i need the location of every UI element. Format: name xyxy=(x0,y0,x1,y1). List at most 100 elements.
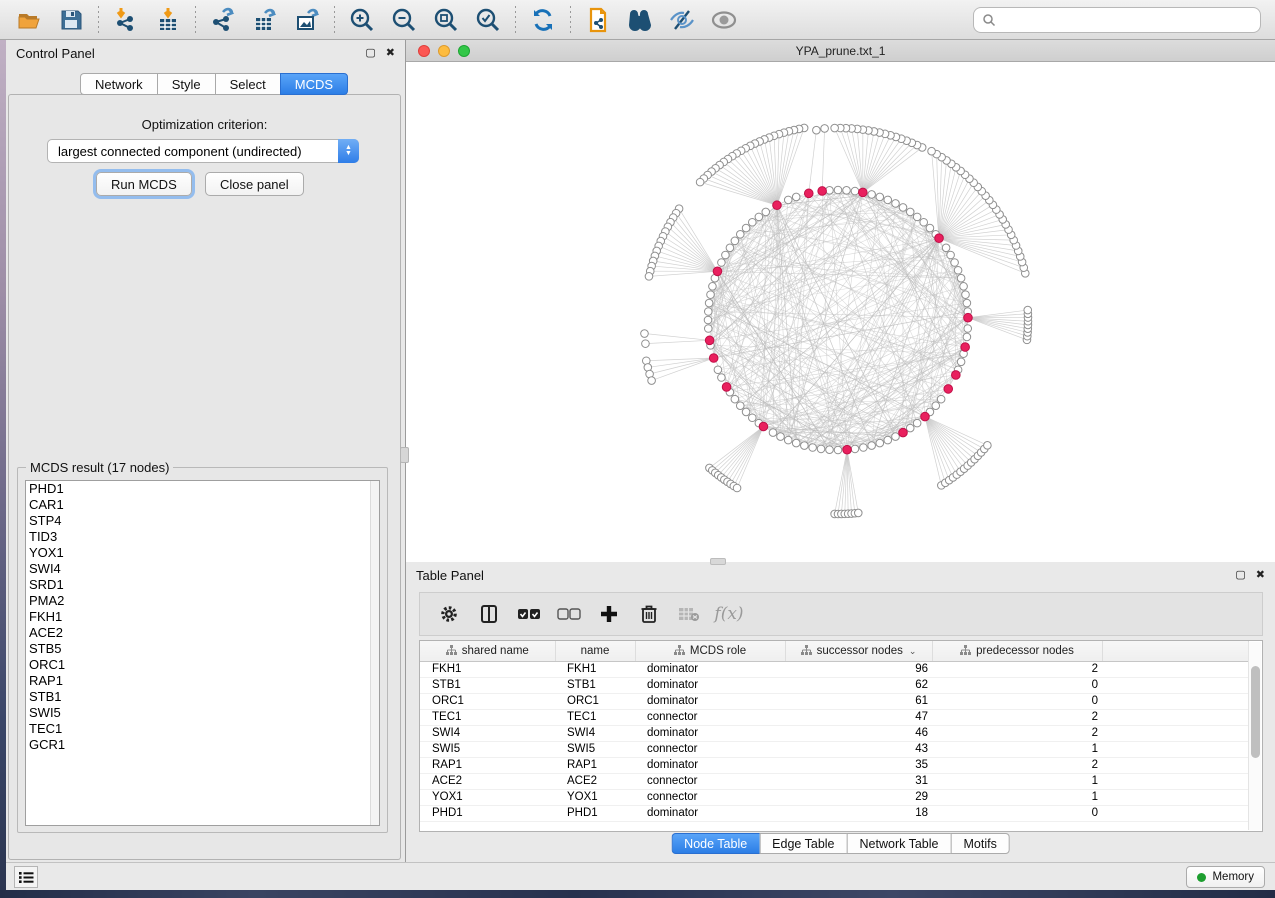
graph-node[interactable] xyxy=(913,213,921,221)
add-row-icon[interactable] xyxy=(596,601,622,627)
refresh-icon[interactable] xyxy=(526,5,560,35)
graph-node[interactable] xyxy=(777,433,785,441)
cell-name[interactable]: ORC1 xyxy=(555,693,635,709)
graph-node[interactable] xyxy=(731,237,739,245)
graph-node[interactable] xyxy=(984,442,992,450)
open-folder-icon[interactable] xyxy=(12,5,46,35)
cell-shared_name[interactable]: RAP1 xyxy=(420,757,555,773)
graph-node[interactable] xyxy=(742,408,750,416)
graph-mcds-hub-node[interactable] xyxy=(705,336,714,345)
mcds-result-item[interactable]: ORC1 xyxy=(26,657,379,673)
cell-successors[interactable]: 61 xyxy=(785,693,932,709)
mcds-result-item[interactable]: FKH1 xyxy=(26,609,379,625)
float-table-panel-icon[interactable]: ▢ xyxy=(1235,570,1245,581)
tab-edge-table[interactable]: Edge Table xyxy=(759,833,846,854)
graph-node[interactable] xyxy=(963,333,971,341)
graph-node[interactable] xyxy=(962,291,970,299)
table-header-row[interactable]: shared namenameMCDS rolesuccessor nodes⌄… xyxy=(420,641,1249,661)
mcds-result-item[interactable]: STP4 xyxy=(26,513,379,529)
column-header-name[interactable]: name xyxy=(555,641,635,661)
horizontal-splitter-handle[interactable] xyxy=(710,558,726,565)
graph-node[interactable] xyxy=(704,308,712,316)
network-canvas[interactable] xyxy=(406,62,1275,562)
tab-node-table[interactable]: Node Table xyxy=(671,833,759,854)
graph-node[interactable] xyxy=(834,186,842,194)
cell-empty[interactable] xyxy=(1102,725,1249,741)
cell-role[interactable]: dominator xyxy=(635,805,785,821)
cell-empty[interactable] xyxy=(1102,773,1249,789)
import-network-icon[interactable] xyxy=(109,5,143,35)
graph-node[interactable] xyxy=(843,186,851,194)
graph-node[interactable] xyxy=(707,291,715,299)
graph-mcds-hub-node[interactable] xyxy=(944,385,953,394)
graph-mcds-hub-node[interactable] xyxy=(964,313,973,322)
cell-role[interactable]: connector xyxy=(635,773,785,789)
table-row[interactable]: FKH1FKH1dominator962 xyxy=(420,661,1249,677)
column-header-predecessor-nodes[interactable]: predecessor nodes xyxy=(932,641,1102,661)
tab-mcds[interactable]: MCDS xyxy=(280,73,348,95)
graph-node[interactable] xyxy=(792,193,800,201)
network-from-document-icon[interactable] xyxy=(581,5,615,35)
cell-shared_name[interactable]: TEC1 xyxy=(420,709,555,725)
cell-predecessors[interactable]: 1 xyxy=(932,789,1102,805)
graph-mcds-hub-node[interactable] xyxy=(935,234,944,243)
cell-empty[interactable] xyxy=(1102,805,1249,821)
cell-empty[interactable] xyxy=(1102,709,1249,725)
column-header-shared-name[interactable]: shared name xyxy=(420,641,555,661)
cell-shared_name[interactable]: STB1 xyxy=(420,677,555,693)
graph-node[interactable] xyxy=(947,251,955,259)
graph-node[interactable] xyxy=(937,395,945,403)
cell-role[interactable]: connector xyxy=(635,709,785,725)
import-table-icon[interactable] xyxy=(151,5,185,35)
table-row[interactable]: ORC1ORC1dominator610 xyxy=(420,693,1249,709)
mcds-result-item[interactable]: CAR1 xyxy=(26,497,379,513)
cell-role[interactable]: connector xyxy=(635,789,785,805)
table-options-gear-icon[interactable] xyxy=(436,601,462,627)
graph-node[interactable] xyxy=(709,283,717,291)
cell-name[interactable]: RAP1 xyxy=(555,757,635,773)
graph-node[interactable] xyxy=(826,446,834,454)
tab-motifs[interactable]: Motifs xyxy=(950,833,1009,854)
float-panel-icon[interactable]: ▢ xyxy=(365,48,375,59)
cell-shared_name[interactable]: PHD1 xyxy=(420,805,555,821)
graph-node[interactable] xyxy=(714,366,722,374)
mcds-result-item[interactable]: STB1 xyxy=(26,689,379,705)
function-builder-icon[interactable]: f(x) xyxy=(716,601,742,627)
graph-node[interactable] xyxy=(722,251,730,259)
mcds-result-item[interactable]: SWI4 xyxy=(26,561,379,577)
deselect-all-checkboxes-icon[interactable] xyxy=(556,601,582,627)
cell-name[interactable]: ACE2 xyxy=(555,773,635,789)
cell-name[interactable]: SWI5 xyxy=(555,741,635,757)
graph-node[interactable] xyxy=(892,433,900,441)
graph-node[interactable] xyxy=(755,213,763,221)
graph-node[interactable] xyxy=(876,193,884,201)
cell-predecessors[interactable]: 2 xyxy=(932,661,1102,677)
cell-empty[interactable] xyxy=(1102,677,1249,693)
graph-node[interactable] xyxy=(696,178,704,186)
cell-predecessors[interactable]: 2 xyxy=(932,725,1102,741)
cell-successors[interactable]: 96 xyxy=(785,661,932,677)
graph-node[interactable] xyxy=(906,208,914,216)
graph-node[interactable] xyxy=(784,196,792,204)
graph-node[interactable] xyxy=(742,224,750,232)
close-panel-button[interactable]: Close panel xyxy=(205,172,304,196)
mcds-result-item[interactable]: PHD1 xyxy=(26,481,379,497)
graph-mcds-hub-node[interactable] xyxy=(899,428,908,437)
graph-node[interactable] xyxy=(769,429,777,437)
graph-mcds-hub-node[interactable] xyxy=(961,343,970,352)
cell-predecessors[interactable]: 0 xyxy=(932,677,1102,693)
cell-name[interactable]: FKH1 xyxy=(555,661,635,677)
vertical-splitter-handle[interactable] xyxy=(400,447,409,463)
cell-predecessors[interactable]: 2 xyxy=(932,709,1102,725)
table-scrollbar-thumb[interactable] xyxy=(1251,666,1260,758)
cell-name[interactable]: YOX1 xyxy=(555,789,635,805)
graph-node[interactable] xyxy=(762,208,770,216)
mcds-result-item[interactable]: SRD1 xyxy=(26,577,379,593)
mcds-result-item[interactable]: SWI5 xyxy=(26,705,379,721)
graph-node[interactable] xyxy=(928,147,936,155)
graph-mcds-hub-node[interactable] xyxy=(759,422,768,431)
task-history-button[interactable] xyxy=(14,866,38,888)
graph-node[interactable] xyxy=(834,446,842,454)
cell-shared_name[interactable]: ORC1 xyxy=(420,693,555,709)
graph-node[interactable] xyxy=(963,299,971,307)
